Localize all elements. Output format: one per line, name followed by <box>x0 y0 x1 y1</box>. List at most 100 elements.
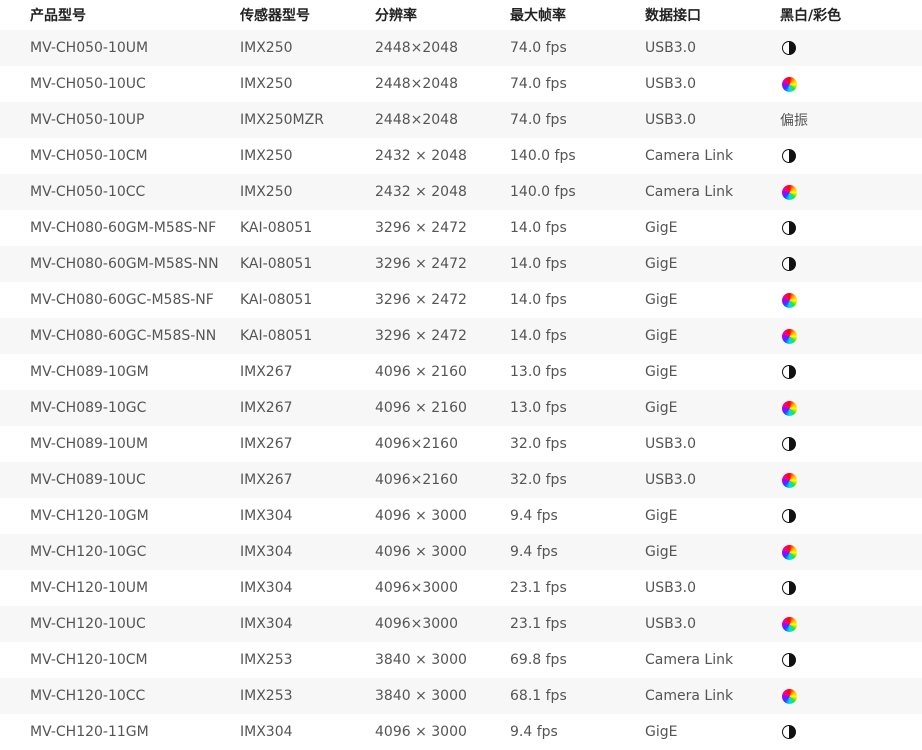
cell-mono-color <box>780 534 922 570</box>
cell-resolution: 4096×2160 <box>375 426 510 462</box>
cell-resolution: 2448×2048 <box>375 30 510 66</box>
cell-resolution: 3296 × 2472 <box>375 282 510 318</box>
cell-sensor: IMX250 <box>240 66 375 102</box>
cell-model: MV-CH080-60GM-M58S-NF <box>0 210 240 246</box>
table-row: MV-CH120-10GM IMX304 4096 × 3000 9.4 fps Gig… <box>0 498 922 534</box>
cell-model: MV-CH089-10GM <box>0 354 240 390</box>
cell-resolution: 3296 × 2472 <box>375 318 510 354</box>
cell-mono-color <box>780 390 922 426</box>
cell-interface: Camera Link <box>645 138 780 174</box>
cell-fps: 14.0 fps <box>510 318 645 354</box>
table-row: MV-CH120-10GC IMX304 4096 × 3000 9.4 fps Gig… <box>0 534 922 570</box>
cell-interface: Camera Link <box>645 678 780 714</box>
cell-fps: 23.1 fps <box>510 606 645 642</box>
cell-model: MV-CH120-10UC <box>0 606 240 642</box>
table-row: MV-CH120-10UC IMX304 4096×3000 23.1 fps USB3… <box>0 606 922 642</box>
cell-mono-color <box>780 210 922 246</box>
cell-model: MV-CH080-60GM-M58S-NN <box>0 246 240 282</box>
cell-interface: GigE <box>645 246 780 282</box>
table-body: MV-CH050-10UM IMX250 2448×2048 74.0 fps USB3… <box>0 30 922 750</box>
cell-model: MV-CH120-10GM <box>0 498 240 534</box>
cell-sensor: IMX250 <box>240 30 375 66</box>
cell-interface: GigE <box>645 210 780 246</box>
table-row: MV-CH089-10GC IMX267 4096 × 2160 13.0 fps Gi… <box>0 390 922 426</box>
cell-sensor: IMX253 <box>240 678 375 714</box>
cell-resolution: 4096 × 2160 <box>375 390 510 426</box>
cell-model: MV-CH120-10GC <box>0 534 240 570</box>
mono-icon <box>782 437 796 451</box>
cell-mono-color <box>780 246 922 282</box>
table-row: MV-CH120-10UM IMX304 4096×3000 23.1 fps USB3… <box>0 570 922 606</box>
cell-fps: 13.0 fps <box>510 354 645 390</box>
color-icon <box>782 472 797 488</box>
cell-interface: GigE <box>645 498 780 534</box>
cell-fps: 74.0 fps <box>510 30 645 66</box>
color-icon <box>782 616 797 632</box>
cell-sensor: IMX253 <box>240 642 375 678</box>
cell-sensor: KAI-08051 <box>240 318 375 354</box>
cell-sensor: IMX250 <box>240 174 375 210</box>
table-row: MV-CH080-60GM-M58S-NN KAI-08051 3296 × 247… <box>0 246 922 282</box>
mono-icon <box>782 509 796 523</box>
cell-resolution: 2432 × 2048 <box>375 138 510 174</box>
cell-mono-color <box>780 606 922 642</box>
cell-interface: GigE <box>645 282 780 318</box>
header-max-fps: 最大帧率 <box>510 0 645 30</box>
table-row: MV-CH050-10CC IMX250 2432 × 2048 140.0 fps C… <box>0 174 922 210</box>
color-icon <box>782 292 797 308</box>
color-icon <box>782 76 797 92</box>
header-sensor: 传感器型号 <box>240 0 375 30</box>
cell-fps: 13.0 fps <box>510 390 645 426</box>
cell-fps: 32.0 fps <box>510 462 645 498</box>
product-table: 产品型号 传感器型号 分辨率 最大帧率 数据接口 黑白/彩色 MV-CH050-… <box>0 0 922 750</box>
cell-model: MV-CH120-10CC <box>0 678 240 714</box>
color-icon <box>782 688 797 704</box>
cell-fps: 9.4 fps <box>510 498 645 534</box>
header-interface: 数据接口 <box>645 0 780 30</box>
cell-mono-color <box>780 30 922 66</box>
cell-fps: 74.0 fps <box>510 102 645 138</box>
cell-resolution: 3296 × 2472 <box>375 246 510 282</box>
table-row: MV-CH050-10UM IMX250 2448×2048 74.0 fps USB3… <box>0 30 922 66</box>
cell-resolution: 4096 × 2160 <box>375 354 510 390</box>
cell-interface: USB3.0 <box>645 462 780 498</box>
header-mono-color: 黑白/彩色 <box>780 0 922 30</box>
cell-resolution: 3840 × 3000 <box>375 678 510 714</box>
cell-mono-color <box>780 282 922 318</box>
table-row: MV-CH089-10UM IMX267 4096×2160 32.0 fps USB3… <box>0 426 922 462</box>
cell-sensor: IMX267 <box>240 354 375 390</box>
cell-interface: USB3.0 <box>645 102 780 138</box>
table-row: MV-CH120-10CM IMX253 3840 × 3000 69.8 fps Ca… <box>0 642 922 678</box>
mono-icon <box>782 581 796 595</box>
table-row: MV-CH050-10UC IMX250 2448×2048 74.0 fps USB3… <box>0 66 922 102</box>
table-row: MV-CH050-10CM IMX250 2432 × 2048 140.0 fps C… <box>0 138 922 174</box>
cell-resolution: 2448×2048 <box>375 102 510 138</box>
table-row: MV-CH120-10CC IMX253 3840 × 3000 68.1 fps Ca… <box>0 678 922 714</box>
cell-resolution: 3296 × 2472 <box>375 210 510 246</box>
cell-sensor: KAI-08051 <box>240 282 375 318</box>
cell-interface: GigE <box>645 390 780 426</box>
table-row: MV-CH089-10GM IMX267 4096 × 2160 13.0 fps Gi… <box>0 354 922 390</box>
cell-interface: Camera Link <box>645 642 780 678</box>
color-icon <box>782 544 797 560</box>
cell-model: MV-CH080-60GC-M58S-NF <box>0 282 240 318</box>
cell-resolution: 4096×3000 <box>375 570 510 606</box>
cell-mono-color <box>780 318 922 354</box>
mono-icon <box>782 653 796 667</box>
mono-icon <box>782 365 796 379</box>
cell-fps: 32.0 fps <box>510 426 645 462</box>
mono-icon <box>782 725 796 739</box>
mono-icon <box>782 257 796 271</box>
cell-resolution: 4096×3000 <box>375 606 510 642</box>
cell-interface: GigE <box>645 534 780 570</box>
cell-mono-color <box>780 642 922 678</box>
cell-mono-color <box>780 174 922 210</box>
cell-sensor: IMX304 <box>240 570 375 606</box>
cell-sensor: IMX250MZR <box>240 102 375 138</box>
header-row: 产品型号 传感器型号 分辨率 最大帧率 数据接口 黑白/彩色 <box>0 0 922 30</box>
header-resolution: 分辨率 <box>375 0 510 30</box>
cell-interface: USB3.0 <box>645 30 780 66</box>
cell-mono-color <box>780 66 922 102</box>
cell-resolution: 4096 × 3000 <box>375 534 510 570</box>
cell-interface: Camera Link <box>645 174 780 210</box>
